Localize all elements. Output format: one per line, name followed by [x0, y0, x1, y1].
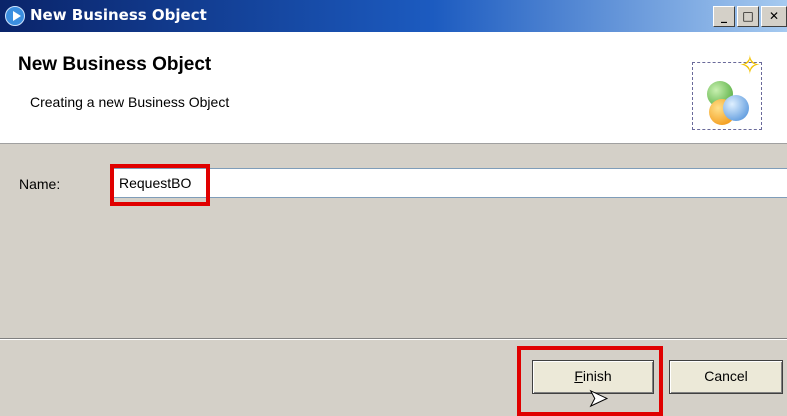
page-title: New Business Object: [18, 54, 212, 75]
title-bar[interactable]: New Business Object _ □ ✕: [0, 0, 787, 32]
business-object-icon: ✧: [692, 53, 762, 130]
page-description: Creating a new Business Object: [30, 94, 230, 110]
wizard-header: New Business Object Creating a new Busin…: [0, 32, 787, 144]
button-bar-separator: [0, 338, 787, 340]
sparkle-icon: ✧: [739, 51, 761, 81]
maximize-button[interactable]: □: [737, 6, 759, 27]
blue-sphere-icon: [723, 95, 749, 121]
name-label: Name:: [19, 176, 61, 192]
close-button[interactable]: ✕: [761, 6, 787, 27]
cancel-button[interactable]: Cancel: [669, 360, 783, 394]
minimize-button[interactable]: _: [713, 6, 735, 27]
app-icon: [5, 6, 25, 26]
finish-label: inish: [582, 368, 612, 384]
window-title: New Business Object: [30, 6, 207, 24]
finish-mnemonic: F: [574, 368, 583, 384]
name-field[interactable]: RequestBO: [110, 168, 787, 198]
mouse-pointer-icon: ➤: [587, 384, 609, 412]
